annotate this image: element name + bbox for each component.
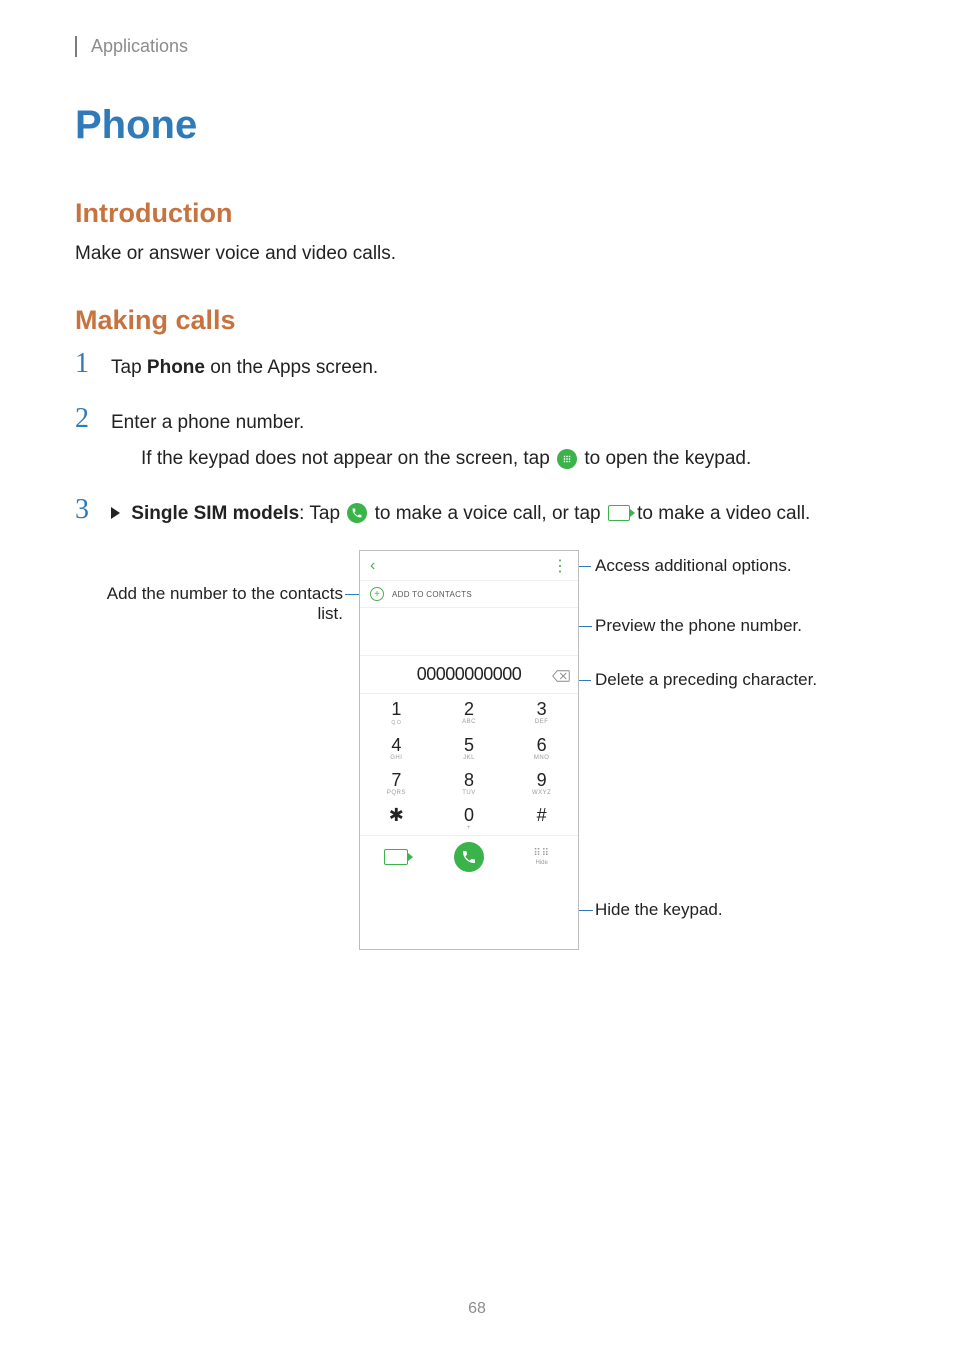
- backspace-button[interactable]: [552, 669, 570, 681]
- add-to-contacts-button[interactable]: + ADD TO CONTACTS: [360, 581, 578, 608]
- call-button[interactable]: [454, 842, 484, 872]
- step-text: If the keypad does not appear on the scr…: [141, 448, 555, 469]
- page-number: 68: [0, 1300, 954, 1318]
- add-to-contacts-label: ADD TO CONTACTS: [392, 590, 472, 599]
- step-text: Enter a phone number.: [111, 409, 751, 438]
- triangle-icon: [111, 507, 120, 519]
- key-letters: WXYZ: [505, 790, 578, 796]
- plus-icon: +: [370, 587, 384, 601]
- phone-mockup: ‹ ⋮ + ADD TO CONTACTS 00000000000 1ＱＯ2AB…: [359, 550, 579, 950]
- step-bold: Phone: [147, 357, 205, 378]
- step-number: 2: [75, 405, 111, 433]
- key-digit: 0: [433, 806, 506, 824]
- key-letters: +: [433, 825, 506, 831]
- section-heading-making-calls: Making calls: [75, 305, 879, 336]
- key-digit: ✱: [360, 806, 433, 824]
- keypad-key-3[interactable]: 3DEF: [505, 694, 578, 730]
- step-2: 2 Enter a phone number. If the keypad do…: [75, 405, 879, 474]
- video-call-icon: [608, 505, 630, 521]
- step-bold: Single SIM models: [131, 503, 299, 524]
- key-letters: DEF: [505, 719, 578, 725]
- step-number: 3: [75, 496, 111, 524]
- keypad-key-6[interactable]: 6MNO: [505, 730, 578, 765]
- keypad-key-4[interactable]: 4GHI: [360, 730, 433, 765]
- entered-number: 00000000000: [417, 664, 522, 685]
- video-call-button[interactable]: [384, 849, 408, 865]
- keypad-key-2[interactable]: 2ABC: [433, 694, 506, 730]
- step-text: on the Apps screen.: [205, 357, 378, 378]
- key-digit: 3: [505, 700, 578, 718]
- keypad-key-#[interactable]: #: [505, 800, 578, 835]
- number-preview-area: [360, 608, 578, 656]
- page-title: Phone: [75, 103, 879, 148]
- callout-more-options: Access additional options.: [595, 556, 792, 576]
- step-text: to open the keypad.: [584, 448, 751, 469]
- keypad-key-5[interactable]: 5JKL: [433, 730, 506, 765]
- callout-add-contacts: Add the number to the contacts list.: [93, 584, 343, 624]
- key-letters: GHI: [360, 755, 433, 761]
- section-heading-introduction: Introduction: [75, 198, 879, 229]
- step-3: 3 Single SIM models: Tap to make a voice…: [75, 496, 879, 529]
- step-text: : Tap: [299, 503, 345, 524]
- keypad-key-0[interactable]: 0+: [433, 800, 506, 835]
- key-digit: 5: [433, 736, 506, 754]
- figure: Add the number to the contacts list. Acc…: [75, 550, 879, 970]
- key-digit: 1: [360, 700, 433, 718]
- dialpad-icon: [557, 449, 577, 469]
- key-digit: 6: [505, 736, 578, 754]
- key-letters: MNO: [505, 755, 578, 761]
- more-options-button[interactable]: ⋮: [552, 556, 568, 576]
- keypad-key-7[interactable]: 7PQRS: [360, 765, 433, 800]
- keypad-key-8[interactable]: 8TUV: [433, 765, 506, 800]
- step-text: Tap: [111, 357, 147, 378]
- keypad-key-9[interactable]: 9WXYZ: [505, 765, 578, 800]
- callout-delete: Delete a preceding character.: [595, 670, 817, 690]
- key-letters: PQRS: [360, 790, 433, 796]
- keypad-key-1[interactable]: 1ＱＯ: [360, 694, 433, 730]
- hide-keypad-button[interactable]: ⠿⠿ Hide: [533, 849, 550, 866]
- step-text: to make a video call.: [637, 503, 810, 524]
- intro-text: Make or answer voice and video calls.: [75, 243, 879, 265]
- key-letters: ＱＯ: [360, 719, 433, 726]
- keypad-key-✱[interactable]: ✱: [360, 800, 433, 835]
- key-digit: 8: [433, 771, 506, 789]
- hide-label: Hide: [533, 860, 550, 866]
- step-1: 1 Tap Phone on the Apps screen.: [75, 350, 879, 383]
- callout-hide: Hide the keypad.: [595, 900, 723, 920]
- key-digit: 2: [433, 700, 506, 718]
- key-digit: #: [505, 806, 578, 824]
- callout-preview: Preview the phone number.: [595, 616, 802, 636]
- back-button[interactable]: ‹: [370, 557, 375, 575]
- breadcrumb: Applications: [91, 36, 879, 57]
- key-letters: TUV: [433, 790, 506, 796]
- dialpad-icon: ⠿⠿: [533, 849, 550, 859]
- key-digit: 4: [360, 736, 433, 754]
- step-number: 1: [75, 350, 111, 378]
- key-letters: JKL: [433, 755, 506, 761]
- step-text: to make a voice call, or tap: [375, 503, 606, 524]
- key-digit: 7: [360, 771, 433, 789]
- key-digit: 9: [505, 771, 578, 789]
- call-icon: [347, 503, 367, 523]
- key-letters: ABC: [433, 719, 506, 725]
